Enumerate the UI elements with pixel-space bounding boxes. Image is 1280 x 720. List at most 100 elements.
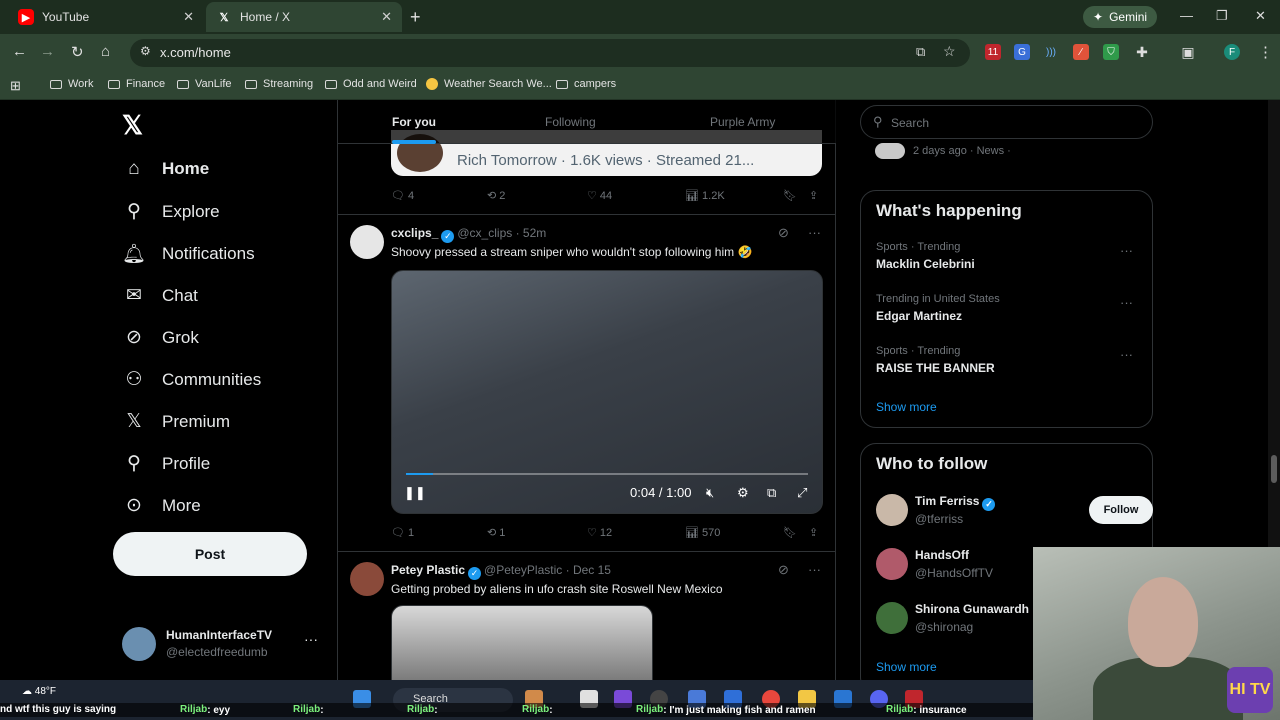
pip-icon[interactable]: ⧉	[767, 485, 776, 501]
scrollbar-thumb[interactable]	[1271, 455, 1277, 483]
post-time[interactable]: · Dec 15	[566, 563, 611, 577]
nav-notifications[interactable]: 🔔︎ Notifications	[122, 242, 255, 266]
bookmark-work[interactable]: Work	[50, 78, 93, 90]
x-logo-icon[interactable]: 𝕏	[122, 110, 143, 141]
reply-button[interactable]: 🗨︎ 1	[391, 526, 414, 539]
back-icon[interactable]: ←	[12, 43, 27, 60]
grok-action-icon[interactable]: ⊘	[778, 225, 789, 241]
bookmark-finance[interactable]: Finance	[108, 78, 165, 90]
grok-action-icon[interactable]: ⊘	[778, 562, 789, 578]
bookmark-campers[interactable]: campers	[556, 78, 616, 90]
menu-kebab-icon[interactable]: ⋮	[1258, 43, 1273, 61]
author-handle[interactable]: @PeteyPlastic	[484, 563, 562, 577]
nav-communities[interactable]: ⚇ Communities	[122, 368, 261, 391]
new-tab-icon[interactable]: +	[410, 7, 421, 28]
post-time[interactable]: · 52m	[516, 226, 547, 240]
address-bar[interactable]: ⚙ x.com/home ⧉ ☆	[130, 39, 970, 67]
nav-explore[interactable]: ⚲ Explore	[122, 200, 220, 223]
like-button[interactable]: ♡ 12	[587, 526, 612, 539]
settings-icon[interactable]: ⚙	[737, 485, 749, 501]
post-image[interactable]	[391, 605, 653, 680]
show-more-link[interactable]: Show more	[876, 660, 937, 674]
bookmark-weather[interactable]: Weather Search We...	[426, 78, 552, 90]
extension-icon[interactable]: ∕	[1073, 44, 1089, 60]
reload-icon[interactable]: ↻	[71, 43, 84, 61]
repost-button[interactable]: ⟲ 2	[487, 189, 505, 202]
trend-item[interactable]: Trending in United States Edgar Martinez…	[876, 293, 1141, 323]
more-icon[interactable]: ···	[1120, 243, 1133, 258]
home-page-icon[interactable]: ⌂	[101, 43, 110, 60]
close-icon[interactable]: ✕	[183, 9, 194, 25]
pause-icon[interactable]: ❚❚	[404, 485, 426, 501]
share-icon[interactable]: ⇪	[809, 526, 818, 539]
repost-button[interactable]: ⟲ 1	[487, 526, 505, 539]
profile-avatar[interactable]: F	[1224, 44, 1240, 60]
gemini-button[interactable]: ✦ Gemini	[1083, 6, 1158, 28]
shield-extension-icon[interactable]: ⛉	[1103, 44, 1119, 60]
tab-purple-army[interactable]: Purple Army	[710, 115, 775, 129]
extensions-puzzle-icon[interactable]: ✚	[1134, 44, 1150, 60]
restore-icon[interactable]: ❐	[1216, 8, 1228, 24]
views-button[interactable]: 📊︎ 1.2K	[685, 189, 725, 202]
author-name[interactable]: cxclips_	[391, 226, 438, 240]
nav-more[interactable]: ⊙ More	[122, 494, 201, 517]
tab-home-x[interactable]: 𝕏 Home / X ✕	[206, 2, 402, 32]
video-player[interactable]: ❚❚ 0:04 / 1:00 🔇︎ ⚙ ⧉ ⤢	[391, 270, 823, 514]
nav-label: Explore	[162, 201, 220, 221]
close-window-icon[interactable]: ✕	[1255, 8, 1266, 24]
nav-chat[interactable]: ✉ Chat	[122, 284, 198, 307]
install-app-icon[interactable]: ⧉	[916, 44, 925, 60]
nav-premium[interactable]: 𝕏 Premium	[122, 410, 230, 433]
bookmark-icon[interactable]: 🔖︎	[783, 526, 797, 539]
side-panel-icon[interactable]: ▣	[1180, 44, 1196, 60]
views-button[interactable]: 📊︎ 570	[685, 526, 720, 539]
x-logo-icon: 𝕏	[219, 11, 229, 24]
bookmark-icon[interactable]: 🔖︎	[783, 189, 797, 202]
nav-home[interactable]: ⌂ Home	[122, 158, 209, 180]
audio-extension-icon[interactable]: )))	[1043, 44, 1059, 60]
avatar[interactable]	[350, 225, 384, 259]
author-handle[interactable]: @cx_clips	[457, 226, 512, 240]
share-icon[interactable]: ⇪	[809, 189, 818, 202]
trend-item[interactable]: Sports · Trending Macklin Celebrini ···	[876, 241, 1141, 271]
gemini-label: Gemini	[1109, 10, 1148, 24]
forward-icon[interactable]: →	[40, 43, 55, 60]
tab-for-you[interactable]: For you	[392, 115, 436, 129]
weather-widget[interactable]: ☁ 48°F	[22, 686, 56, 697]
more-icon[interactable]: ···	[808, 225, 821, 240]
search-input[interactable]: ⚲ Search	[860, 105, 1153, 139]
nav-profile[interactable]: ⚲ Profile	[122, 452, 210, 475]
avatar[interactable]	[350, 562, 384, 596]
author-name[interactable]: Petey Plastic	[391, 563, 465, 577]
bookmark-vanlife[interactable]: VanLife	[177, 78, 232, 90]
bookmark-odd-and-weird[interactable]: Odd and Weird	[325, 78, 417, 90]
more-icon[interactable]: ···	[304, 631, 318, 647]
account-switcher[interactable]: HumanInterfaceTV @electedfreedumb ···	[122, 625, 322, 665]
fullscreen-icon[interactable]: ⤢	[797, 485, 807, 501]
like-button[interactable]: ♡ 44	[587, 189, 612, 202]
suggestion-handle: @HandsOffTV	[915, 566, 993, 580]
mute-icon[interactable]: 🔇︎	[706, 485, 714, 501]
translate-extension-icon[interactable]: G	[1014, 44, 1030, 60]
more-icon[interactable]: ···	[1120, 295, 1133, 310]
post-button[interactable]: Post	[113, 532, 307, 576]
more-icon[interactable]: ···	[1120, 347, 1133, 362]
minimize-icon[interactable]: —	[1180, 8, 1193, 23]
trend-item[interactable]: Sports · Trending RAISE THE BANNER ···	[876, 345, 1141, 375]
tab-following[interactable]: Following	[545, 115, 596, 129]
apps-grid-icon[interactable]: ⊞	[10, 78, 21, 94]
follow-button[interactable]: Follow	[1089, 496, 1153, 524]
reply-button[interactable]: 🗨︎ 4	[391, 189, 414, 202]
show-more-link[interactable]: Show more	[876, 400, 937, 414]
close-icon[interactable]: ✕	[381, 9, 392, 25]
video-progress[interactable]	[406, 473, 808, 475]
bookmark-star-icon[interactable]: ☆	[943, 43, 956, 60]
news-item[interactable]: 2 days ago · News ·	[875, 143, 1011, 159]
bookmark-streaming[interactable]: Streaming	[245, 78, 313, 90]
follow-suggestion[interactable]: Tim Ferriss ✓ @tferriss Follow	[876, 494, 1153, 534]
site-info-icon[interactable]: ⚙	[140, 44, 151, 58]
tab-youtube[interactable]: ▶ YouTube ✕	[8, 2, 204, 32]
extension-badge-icon[interactable]: 11	[985, 44, 1001, 60]
more-icon[interactable]: ···	[808, 562, 821, 577]
nav-grok[interactable]: ⊘ Grok	[122, 326, 199, 349]
